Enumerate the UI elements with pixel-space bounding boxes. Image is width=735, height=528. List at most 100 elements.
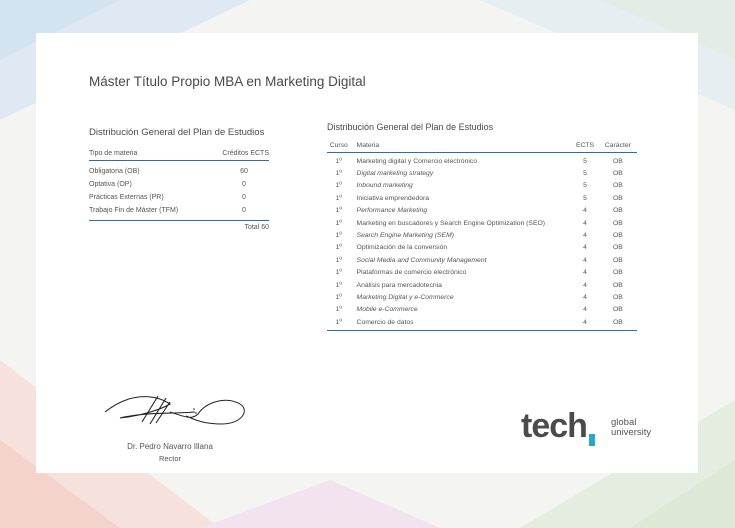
- subject-type: OB: [612, 170, 623, 178]
- summary-credits: 0: [242, 194, 246, 201]
- subject-row: 1º Marketing Digital y e-Commerce 4 OB: [327, 291, 637, 303]
- subject-course: 1º: [335, 318, 342, 326]
- subject-row: 1º Análisis para mercadotecnia 4 OB: [327, 279, 637, 291]
- subject-type: OB: [612, 157, 623, 165]
- summary-row: Prácticas Externas (PR) 0: [89, 191, 269, 204]
- subject-name: Iniciativa emprendedora: [356, 194, 430, 202]
- subject-name: Análisis para mercadotecnia: [356, 281, 442, 289]
- subject-row: 1º Comercio de datos 4 OB: [327, 316, 637, 328]
- subject-type: OB: [612, 182, 623, 190]
- subject-row: 1º Mobile e-Commerce 4 OB: [327, 304, 637, 316]
- subjects-col-course: Curso: [329, 142, 348, 149]
- subject-type: OB: [612, 194, 623, 202]
- summary-header-row: Tipo de materia Créditos ECTS: [89, 150, 269, 161]
- summary-type: Prácticas Externas (PR): [89, 194, 164, 201]
- subject-ects: 4: [583, 318, 587, 326]
- subject-name: Marketing Digital y e-Commerce: [356, 293, 454, 301]
- subject-row: 1º Social Media and Community Management 4…: [327, 254, 637, 266]
- subject-course: 1º: [335, 281, 342, 289]
- summary-credits: 0: [242, 181, 246, 188]
- subject-name: Marketing digital y Comercio electrónico: [356, 157, 478, 165]
- subjects-header-row: Curso Materia ECTS Carácter: [327, 139, 637, 153]
- subject-name: Search Engine Marketing (SEM): [356, 232, 454, 240]
- subjects-col-ects: ECTS: [575, 142, 595, 149]
- subject-name: Optimización de la conversión: [356, 244, 448, 252]
- subject-ects: 4: [583, 207, 587, 215]
- subject-name: Digital marketing strategy: [356, 170, 434, 178]
- subjects-bottom-rule: [327, 330, 637, 332]
- subject-row: 1º Marketing en buscadores y Search Engin…: [327, 217, 637, 229]
- summary-type: Trabajo Fin de Máster (TFM): [89, 207, 179, 214]
- subject-ects: 4: [583, 281, 587, 289]
- subject-ects: 4: [583, 269, 587, 277]
- subject-ects: 4: [583, 244, 587, 252]
- subject-course: 1º: [335, 232, 342, 240]
- subject-course: 1º: [335, 219, 342, 227]
- subject-row: 1º Plataformas de comercio electrónico 4 OB: [327, 267, 637, 279]
- subject-course: 1º: [335, 194, 342, 202]
- subject-type: OB: [612, 293, 623, 301]
- subjects-table: Curso Materia ECTS Carácter 1º Marketing …: [327, 139, 637, 332]
- subject-ects: 4: [583, 306, 587, 314]
- subject-ects: 4: [583, 293, 587, 301]
- subject-course: 1º: [335, 306, 342, 314]
- subject-type: OB: [612, 207, 623, 215]
- summary-row: Optativa (OP) 0: [89, 178, 269, 191]
- signature-icon: [104, 395, 245, 425]
- subject-course: 1º: [335, 269, 342, 277]
- summary-credits: 0: [242, 207, 246, 214]
- subject-name: Mobile e-Commerce: [356, 306, 418, 314]
- summary-row: Trabajo Fin de Máster (TFM) 0: [89, 204, 269, 217]
- subject-row: 1º Digital marketing strategy 5 OB: [327, 167, 637, 179]
- subject-name: Performance Marketing: [356, 207, 428, 215]
- subject-row: 1º Optimización de la conversión 4 OB: [327, 242, 637, 254]
- subject-ects: 5: [583, 182, 587, 190]
- subject-row: 1º Search Engine Marketing (SEM) 4 OB: [327, 229, 637, 241]
- summary-total: Total 60: [89, 220, 269, 231]
- subjects-heading: Distribución General del Plan de Estudio…: [327, 122, 494, 132]
- subject-type: OB: [612, 244, 623, 252]
- summary-row: Obligatoria (OB) 60: [89, 165, 269, 178]
- subject-course: 1º: [335, 244, 342, 252]
- subject-name: Marketing en buscadores y Search Engine …: [356, 219, 546, 227]
- logo-subtitle: global university: [611, 418, 651, 438]
- subject-type: OB: [612, 281, 623, 289]
- subject-type: OB: [612, 306, 623, 314]
- summary-table: Tipo de materia Créditos ECTS Obligatori…: [89, 150, 269, 231]
- subject-ects: 4: [583, 219, 587, 227]
- summary-col-type: Tipo de materia: [89, 150, 138, 157]
- subject-course: 1º: [335, 182, 342, 190]
- subject-course: 1º: [335, 157, 342, 165]
- subject-name: Inbound marketing: [356, 182, 413, 190]
- signatory-role: Rector: [158, 454, 182, 463]
- subject-type: OB: [612, 219, 623, 227]
- subject-row: 1º Iniciativa emprendedora 5 OB: [327, 192, 637, 204]
- subject-type: OB: [612, 318, 623, 326]
- subject-name: Comercio de datos: [356, 318, 414, 326]
- subject-course: 1º: [335, 170, 342, 178]
- subject-course: 1º: [335, 256, 342, 264]
- subject-type: OB: [612, 256, 623, 264]
- subject-ects: 5: [583, 170, 587, 178]
- subject-type: OB: [612, 232, 623, 240]
- logo-accent-icon: [589, 434, 595, 446]
- subject-course: 1º: [335, 293, 342, 301]
- signatory-name: Dr. Pedro Navarro Illana: [127, 442, 213, 451]
- subject-ects: 5: [583, 157, 587, 165]
- subject-name: Social Media and Community Management: [356, 256, 487, 264]
- subject-row: 1º Performance Marketing 4 OB: [327, 205, 637, 217]
- summary-credits: 60: [240, 168, 248, 175]
- tech-logo: tech: [521, 407, 588, 446]
- subjects-col-type: Carácter: [604, 142, 631, 149]
- subject-ects: 4: [583, 256, 587, 264]
- subject-type: OB: [612, 269, 623, 277]
- logo-word: tech: [521, 407, 588, 445]
- summary-type: Obligatoria (OB): [89, 168, 140, 175]
- summary-col-credits: Créditos ECTS: [222, 150, 269, 157]
- subject-ects: 5: [583, 194, 587, 202]
- subject-ects: 4: [583, 232, 587, 240]
- subject-row: 1º Marketing digital y Comercio electróni…: [327, 155, 637, 167]
- subjects-col-subject: Materia: [356, 142, 380, 149]
- subject-course: 1º: [335, 207, 342, 215]
- document-title: Máster Título Propio MBA en Marketing Di…: [89, 74, 366, 89]
